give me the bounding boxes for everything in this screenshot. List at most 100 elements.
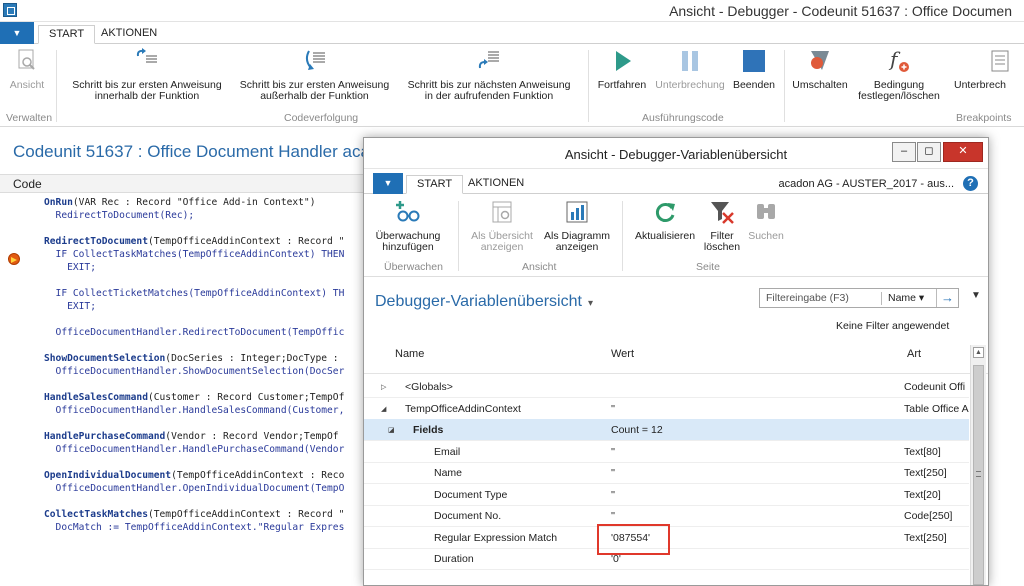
code-line: HandlePurchaseCommand(Vendor : Record Ve… [44, 430, 339, 443]
cell-type: Text[20] [904, 488, 941, 501]
cell-name: Fields [413, 424, 444, 436]
table-row[interactable]: ◪ Fields Count = 12 [364, 419, 969, 441]
app-menu-button[interactable]: ▼ [0, 22, 34, 44]
page-view-icon [15, 48, 39, 74]
code-text: EXIT; [44, 262, 96, 273]
breakpoints-label: Unterbrech [954, 79, 1006, 91]
code-line: DocMatch := TempOfficeAddinContext."Regu… [44, 521, 345, 534]
show-as-chart-button[interactable]: Als Diagramm anzeigen [538, 199, 616, 253]
code-text: OfficeDocumentHandler.HandlePurchaseComm… [44, 444, 345, 455]
code-text: OfficeDocumentHandler.HandleSalesCommand… [44, 405, 345, 416]
cell-value: '' [611, 488, 616, 501]
cell-name: Duration [434, 553, 474, 565]
variables-ribbon: Überwachung hinzufügen Überwachen Als Üb… [364, 195, 988, 277]
code-line: OnRun(VAR Rec : Record "Office Add-in Co… [44, 196, 315, 209]
tab-start[interactable]: START [38, 25, 96, 44]
chart-view-icon [564, 199, 590, 225]
toggle-breakpoint-button[interactable]: Umschalten [790, 48, 850, 91]
column-header-value[interactable]: Wert [611, 348, 634, 360]
binoculars-icon [753, 199, 779, 225]
cell-name: <Globals> [405, 381, 453, 393]
function-condition-icon: f [887, 47, 911, 74]
cell-name: Name [434, 467, 463, 479]
ansicht-button[interactable]: Ansicht [6, 48, 48, 91]
refresh-button[interactable]: Aktualisieren [630, 199, 700, 242]
step-into-icon [135, 48, 159, 74]
column-header-type[interactable]: Art [907, 348, 921, 360]
code-text: (TempOfficeAddinContext : Reco [171, 470, 345, 481]
table-row[interactable]: ▷ <Globals> Codeunit Offi [364, 376, 969, 398]
find-label: Suchen [748, 230, 784, 242]
stop-icon [742, 48, 766, 74]
table-row[interactable]: Document Type '' Text[20] [364, 484, 969, 506]
cell-type: Text[250] [904, 531, 947, 544]
cell-name: Email [434, 445, 461, 458]
ribbon-separator [622, 201, 623, 271]
close-button[interactable]: ✕ [943, 142, 983, 162]
table-row[interactable]: ◢ TempOfficeAddinContext '' Table Office A [364, 398, 969, 420]
show-as-list-button[interactable]: Als Übersicht anzeigen [466, 199, 538, 253]
code-text: OfficeDocumentHandler.RedirectToDocument… [44, 327, 345, 338]
add-watch-label-2: hinzufügen [382, 241, 434, 253]
table-row[interactable]: Name '' Text[250] [364, 462, 969, 484]
continue-button[interactable]: Fortfahren [594, 48, 650, 91]
company-label: acadon AG - AUSTER_2017 - aus... [778, 178, 954, 190]
cell-name: Document Type [434, 488, 508, 501]
vertical-scrollbar[interactable]: ▲ [970, 345, 986, 585]
code-text: (DocSeries : Integer;DocType : [165, 353, 339, 364]
tab-aktionen[interactable]: AKTIONEN [458, 175, 534, 194]
chevron-down-icon[interactable]: ▼ [971, 290, 981, 301]
table-row[interactable]: Email '' Text[80] [364, 441, 969, 463]
code-line: OfficeDocumentHandler.RedirectToDocument… [44, 326, 345, 339]
variables-page-title[interactable]: Debugger-Variablenübersicht ▾ [375, 293, 593, 311]
clear-filter-button[interactable]: Filter löschen [700, 199, 744, 253]
collapse-arrow-icon[interactable]: ◢ [381, 405, 386, 413]
group-ausfuehrungscode: Ausführungscode [642, 112, 724, 124]
code-section-header[interactable]: Code [0, 174, 370, 193]
tab-start[interactable]: START [406, 175, 464, 194]
cell-value: '' [611, 445, 616, 458]
code-editor[interactable]: OnRun(VAR Rec : Record "Office Add-in Co… [0, 193, 365, 586]
cell-value: '' [611, 402, 616, 415]
variables-menu-button[interactable]: ▼ [373, 173, 403, 194]
cell-value: '' [611, 467, 616, 479]
variables-title-bar: Ansicht - Debugger-Variablenübersicht – … [364, 138, 988, 169]
filter-field-value: Name [888, 292, 917, 304]
filter-field-select[interactable]: Name ▾ [881, 292, 924, 305]
break-button[interactable]: Unterbrechung [651, 48, 729, 91]
set-condition-button[interactable]: f Bedingung festlegen/löschen [852, 47, 946, 102]
show-as-list-label-2: anzeigen [480, 241, 524, 253]
refresh-label: Aktualisieren [634, 230, 696, 242]
refresh-icon [652, 199, 678, 225]
add-watch-button[interactable]: Überwachung hinzufügen [372, 199, 444, 253]
column-header-name[interactable]: Name [395, 348, 424, 360]
scroll-up-icon[interactable]: ▲ [973, 347, 984, 358]
help-icon[interactable]: ? [963, 176, 978, 191]
stop-button[interactable]: Beenden [730, 48, 778, 91]
toggle-breakpoint-label: Umschalten [792, 79, 848, 91]
code-line: OfficeDocumentHandler.HandlePurchaseComm… [44, 443, 345, 456]
tab-aktionen[interactable]: AKTIONEN [91, 25, 167, 44]
maximize-button[interactable]: ◻ [917, 142, 941, 162]
find-button[interactable]: Suchen [744, 199, 788, 242]
pause-icon [678, 48, 702, 74]
cell-name: TempOfficeAddinContext [405, 402, 521, 415]
step-out-button[interactable]: Schritt bis zur nächsten Anweisung in de… [398, 48, 580, 102]
cell-type: Text[80] [904, 445, 941, 458]
step-into-button[interactable]: Schritt bis zur ersten Anweisung innerha… [62, 48, 232, 102]
function-name: HandlePurchaseCommand [44, 431, 166, 442]
group-ansicht: Ansicht [522, 261, 557, 273]
group-breakpoints: Breakpoints [956, 112, 1012, 124]
filter-input[interactable]: Filtereingabe (F3) Name ▾ → [759, 288, 959, 308]
expand-arrow-icon[interactable]: ▷ [381, 383, 386, 391]
main-title-bar: Ansicht - Debugger - Codeunit 51637 : Of… [0, 0, 1024, 22]
fields-group-icon[interactable]: ◪ [388, 426, 395, 434]
breakpoints-button[interactable]: Unterbrech [948, 48, 1024, 91]
code-line: EXIT; [44, 261, 96, 274]
minimize-button[interactable]: – [892, 142, 916, 162]
function-name: CollectTaskMatches [44, 509, 148, 520]
cell-type: Code[250] [904, 510, 953, 522]
step-over-button[interactable]: Schritt bis zur ersten Anweisung außerha… [232, 48, 397, 102]
scrollbar-thumb[interactable] [973, 365, 984, 585]
arrow-right-icon[interactable]: → [936, 289, 958, 307]
